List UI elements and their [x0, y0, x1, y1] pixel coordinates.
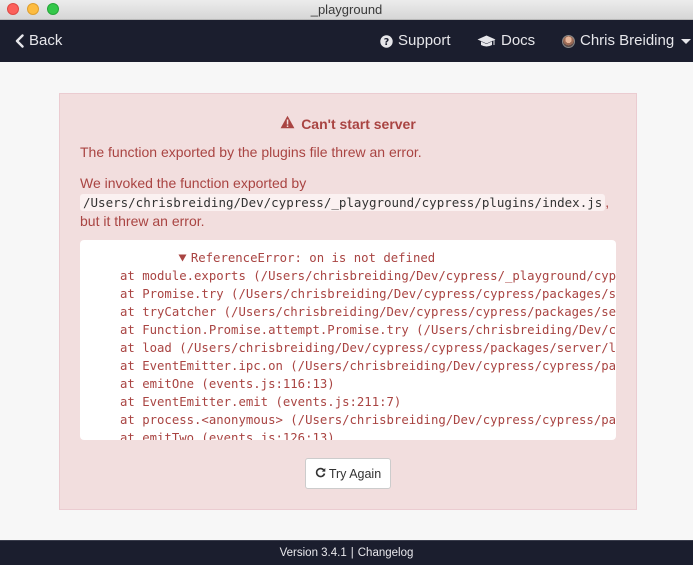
stack-frame: at EventEmitter.emit (events.js:211:7): [120, 395, 402, 409]
error-title: Can't start server: [60, 115, 636, 132]
stack-trace-header[interactable]: ReferenceError: on is not defined: [89, 249, 616, 267]
error-detail-prefix: We invoked the function exported by: [80, 175, 307, 191]
stack-frame: at emitTwo (events.js:126:13): [120, 431, 335, 440]
error-title-text: Can't start server: [301, 115, 416, 132]
stack-trace[interactable]: ReferenceError: on is not defined at mod…: [80, 240, 616, 440]
title-bar: _playground: [0, 0, 693, 20]
stack-trace-message: ReferenceError: on is not defined: [190, 251, 436, 265]
stack-frame: at Promise.try (/Users/chrisbreiding/Dev…: [120, 287, 616, 301]
try-again-button[interactable]: Try Again: [305, 458, 391, 489]
stack-frame: at module.exports (/Users/chrisbreiding/…: [120, 269, 616, 283]
stack-frame: at load (/Users/chrisbreiding/Dev/cypres…: [120, 341, 616, 355]
caret-down-icon: [681, 38, 692, 44]
user-name: Chris Breiding: [580, 32, 675, 49]
stack-frame: at emitOne (events.js:116:13): [120, 377, 335, 391]
stack-frame: at process.<anonymous> (/Users/chrisbrei…: [120, 413, 616, 427]
svg-text:?: ?: [384, 37, 390, 48]
changelog-link[interactable]: Changelog: [358, 547, 414, 559]
support-link[interactable]: ? Support: [380, 20, 451, 62]
back-button[interactable]: Back: [15, 20, 62, 62]
error-panel: Can't start server The function exported…: [59, 93, 637, 510]
avatar: [562, 34, 575, 48]
back-label: Back: [29, 32, 63, 49]
version-text: Version 3.4.1: [279, 547, 347, 559]
stack-frame: at EventEmitter.ipc.on (/Users/chrisbrei…: [120, 359, 616, 373]
question-circle-icon: ?: [380, 34, 393, 48]
support-label: Support: [398, 32, 451, 49]
docs-link[interactable]: Docs: [477, 20, 535, 62]
plugins-file-path: /Users/chrisbreiding/Dev/cypress/_playgr…: [80, 194, 606, 211]
main-content: Can't start server The function exported…: [0, 62, 693, 540]
app-window: _playground Back ? Support Docs Chris Br…: [0, 0, 693, 565]
refresh-icon: [315, 467, 326, 481]
graduation-cap-icon: [477, 35, 496, 48]
footer-separator: |: [350, 547, 354, 559]
top-nav: Back ? Support Docs Chris Breiding: [0, 20, 693, 62]
error-detail: We invoked the function exported by /Use…: [80, 174, 620, 231]
stack-frame: at Function.Promise.attempt.Promise.try …: [120, 323, 616, 337]
warning-triangle-icon: [280, 115, 295, 132]
error-summary: The function exported by the plugins fil…: [80, 144, 422, 160]
docs-label: Docs: [501, 32, 536, 49]
try-again-label: Try Again: [328, 466, 382, 481]
stack-frame: at tryCatcher (/Users/chrisbreiding/Dev/…: [120, 305, 616, 319]
chevron-left-icon: [15, 34, 24, 48]
footer: Version 3.4.1 | Changelog: [0, 540, 693, 565]
user-menu[interactable]: Chris Breiding: [562, 20, 692, 62]
window-title: _playground: [310, 2, 383, 17]
